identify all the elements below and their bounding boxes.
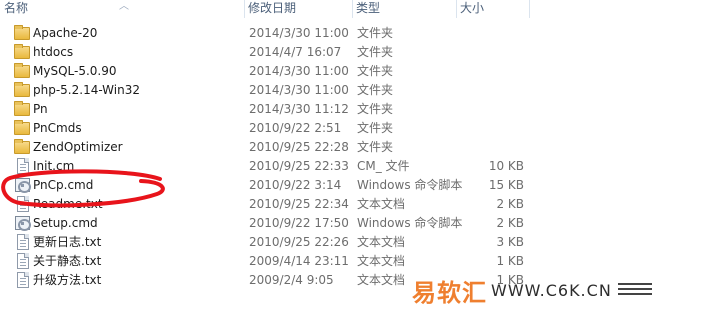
file-row[interactable]: Init.cm 2010/9/25 22:33 CM_ 文件 10 KB — [0, 157, 701, 176]
column-header: ︿ 名称 修改日期 类型 大小 — [0, 0, 701, 18]
folder-icon — [14, 101, 30, 116]
file-modified: 2010/9/22 3:14 — [249, 178, 342, 192]
file-size: 10 KB — [488, 159, 524, 173]
file-icon — [17, 196, 29, 212]
file-name: ZendOptimizer — [33, 140, 123, 154]
file-name: Apache-20 — [33, 26, 98, 40]
file-type: 文本文档 — [357, 273, 406, 287]
folder-icon — [14, 120, 30, 135]
folder-icon — [14, 44, 30, 59]
file-row[interactable]: 更新日志.txt 2010/9/25 22:26 文本文档 3 KB — [0, 233, 701, 252]
file-modified: 2010/9/25 22:26 — [249, 235, 349, 249]
file-name: Init.cm — [33, 159, 75, 173]
file-name: 关于静态.txt — [33, 254, 102, 268]
file-row[interactable]: PnCmds 2010/9/22 2:51 文件夹 — [0, 119, 701, 138]
file-modified: 2009/4/14 23:11 — [249, 254, 349, 268]
file-explorer: ︿ 名称 修改日期 类型 大小 Apache-20 2014/3/30 11:00… — [0, 0, 701, 323]
file-name: PnCp.cmd — [33, 178, 94, 192]
file-row[interactable]: PnCp.cmd 2010/9/22 3:14 Windows 命令脚本 15 KB — [0, 176, 701, 195]
file-type: CM_ 文件 — [357, 159, 410, 173]
file-icon — [17, 253, 29, 269]
file-row[interactable]: php-5.2.14-Win32 2014/3/30 11:00 文件夹 — [0, 81, 701, 100]
file-modified: 2010/9/22 2:51 — [249, 121, 342, 135]
column-name[interactable]: 名称 — [0, 0, 244, 17]
file-name: Readme.txt — [33, 197, 103, 211]
cmd-file-icon — [15, 178, 31, 193]
file-row[interactable]: ZendOptimizer 2010/9/25 22:28 文件夹 — [0, 138, 701, 157]
file-size: 15 KB — [488, 178, 524, 192]
file-size: 1 KB — [496, 273, 524, 287]
file-type: Windows 命令脚本 — [357, 216, 463, 230]
file-row[interactable]: 关于静态.txt 2009/4/14 23:11 文本文档 1 KB — [0, 252, 701, 271]
file-type: Windows 命令脚本 — [357, 178, 463, 192]
cmd-file-icon — [15, 216, 31, 231]
file-size: 2 KB — [496, 197, 524, 211]
file-type: 文件夹 — [357, 121, 394, 135]
file-modified: 2010/9/22 17:50 — [249, 216, 349, 230]
file-icon — [17, 234, 29, 250]
folder-icon — [14, 139, 30, 154]
file-name: 升级方法.txt — [33, 273, 102, 287]
file-modified: 2010/9/25 22:28 — [249, 140, 349, 154]
column-modified[interactable]: 修改日期 — [244, 0, 352, 17]
file-row[interactable]: htdocs 2014/4/7 16:07 文件夹 — [0, 43, 701, 62]
file-row[interactable]: Setup.cmd 2010/9/22 17:50 Windows 命令脚本 2 KB — [0, 214, 701, 233]
file-name: htdocs — [33, 45, 74, 59]
file-name: Setup.cmd — [33, 216, 98, 230]
folder-icon — [14, 63, 30, 78]
file-modified: 2010/9/25 22:33 — [249, 159, 349, 173]
file-size: 1 KB — [496, 254, 524, 268]
folder-icon — [14, 25, 30, 40]
file-modified: 2014/3/30 11:12 — [249, 102, 349, 116]
file-row[interactable]: Pn 2014/3/30 11:12 文件夹 — [0, 100, 701, 119]
file-type: 文件夹 — [357, 64, 394, 78]
file-name: MySQL-5.0.90 — [33, 64, 117, 78]
file-type: 文件夹 — [357, 83, 394, 97]
file-modified: 2014/3/30 11:00 — [249, 64, 349, 78]
file-icon — [17, 272, 29, 288]
file-modified: 2010/9/25 22:34 — [249, 197, 349, 211]
file-name: Pn — [33, 102, 48, 116]
file-modified: 2014/3/30 11:00 — [249, 26, 349, 40]
file-icon — [17, 158, 29, 174]
file-type: 文件夹 — [357, 26, 394, 40]
file-type: 文本文档 — [357, 235, 406, 249]
file-type: 文本文档 — [357, 254, 406, 268]
file-modified: 2009/2/4 9:05 — [249, 273, 334, 287]
file-name: PnCmds — [33, 121, 82, 135]
file-modified: 2014/3/30 11:00 — [249, 83, 349, 97]
column-divider[interactable] — [529, 0, 530, 18]
file-name: php-5.2.14-Win32 — [33, 83, 140, 97]
file-type: 文本文档 — [357, 197, 406, 211]
folder-icon — [14, 82, 30, 97]
file-size: 3 KB — [496, 235, 524, 249]
file-row[interactable]: Apache-20 2014/3/30 11:00 文件夹 — [0, 24, 701, 43]
file-type: 文件夹 — [357, 102, 394, 116]
file-modified: 2014/4/7 16:07 — [249, 45, 342, 59]
file-row[interactable]: Readme.txt 2010/9/25 22:34 文本文档 2 KB — [0, 195, 701, 214]
file-row[interactable]: MySQL-5.0.90 2014/3/30 11:00 文件夹 — [0, 62, 701, 81]
column-size[interactable]: 大小 — [456, 0, 529, 17]
column-type[interactable]: 类型 — [352, 0, 456, 17]
file-row[interactable]: 升级方法.txt 2009/2/4 9:05 文本文档 1 KB — [0, 271, 701, 290]
file-size: 2 KB — [496, 216, 524, 230]
file-type: 文件夹 — [357, 45, 394, 59]
file-type: 文件夹 — [357, 140, 394, 154]
file-name: 更新日志.txt — [33, 235, 102, 249]
